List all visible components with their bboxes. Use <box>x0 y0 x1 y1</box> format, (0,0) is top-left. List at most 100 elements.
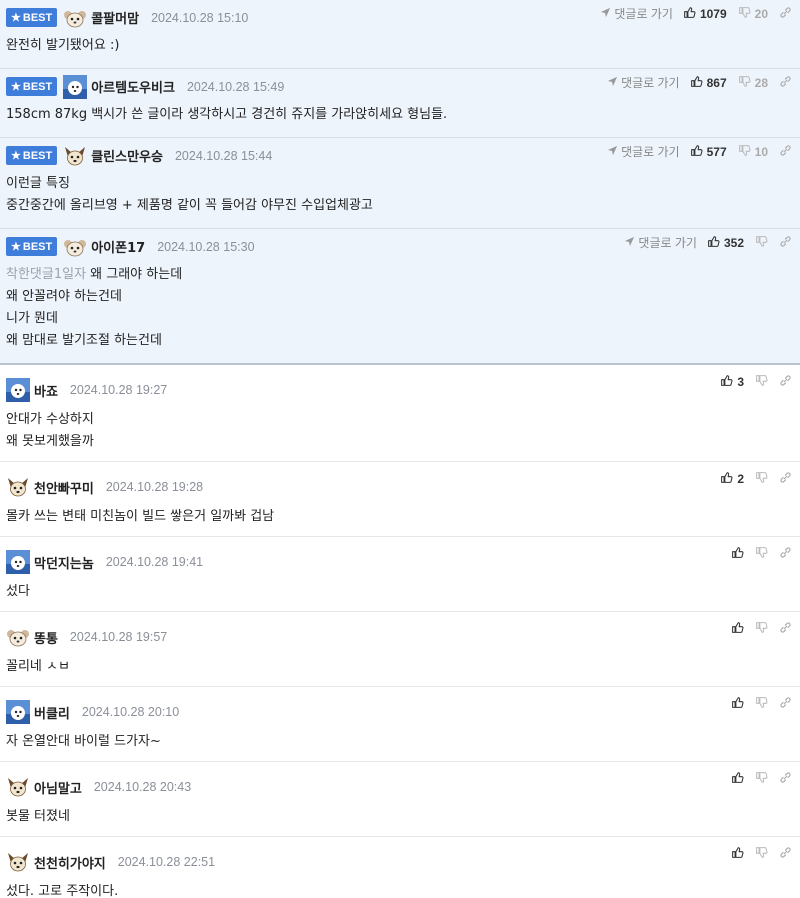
share-link-icon[interactable] <box>779 546 792 562</box>
blue-avatar[interactable] <box>63 74 88 99</box>
downvote-button[interactable] <box>755 771 768 787</box>
comment-date: 2024.10.28 19:41 <box>105 555 204 569</box>
upvote-button[interactable]: 3 <box>720 374 744 390</box>
mouse-avatar[interactable] <box>63 6 87 30</box>
comment: 버클리 2024.10.28 20:10 자 온열안대 바이럴 드가자~ <box>0 687 800 762</box>
comment-body: 158cm 87kg 백시가 쓴 글이라 생각하시고 경건히 쥬지를 가라앉히세… <box>6 104 794 137</box>
comment-header: ★ BEST 콜팔머맘 2024.10.28 15:10 댓글로 가기 1079 20 <box>6 0 794 35</box>
comment-body: 꼴리네 ㅅㅂ <box>6 656 794 686</box>
comment-header: ★ BEST 클린스만우승 2024.10.28 15:44 댓글로 가기 577 10 <box>6 138 794 173</box>
goto-comment-link[interactable]: 댓글로 가기 <box>607 143 680 160</box>
dog-avatar[interactable] <box>6 475 30 499</box>
downvote-button[interactable] <box>755 846 768 862</box>
upvote-button[interactable]: 577 <box>690 144 727 160</box>
share-link-icon[interactable] <box>779 6 792 22</box>
blue-avatar[interactable] <box>6 700 30 724</box>
upvote-button[interactable]: 1079 <box>683 6 727 22</box>
comment-actions: 댓글로 가기 352 <box>624 234 792 251</box>
share-link-icon[interactable] <box>779 846 792 862</box>
author-nickname[interactable]: 아님말고 <box>34 778 82 797</box>
share-link-icon[interactable] <box>779 235 792 251</box>
thumbs-up-icon <box>731 771 744 787</box>
comment: 아님말고 2024.10.28 20:43 봇물 터졌네 <box>0 762 800 837</box>
downvote-button[interactable]: 28 <box>738 75 768 91</box>
author-nickname[interactable]: 버클리 <box>34 703 70 722</box>
downvote-button[interactable] <box>755 621 768 637</box>
comment-body: 섰다. 고로 주작이다. <box>6 881 794 898</box>
comment: 천안빠꾸미 2024.10.28 19:28 2 몰카 쓰는 변태 미친놈이 빌드 쌓… <box>0 462 800 537</box>
upvote-button[interactable]: 352 <box>707 235 744 251</box>
comment-list: ★ BEST 콜팔머맘 2024.10.28 15:10 댓글로 가기 1079 20 완전히… <box>0 0 800 898</box>
comment-line: 자 온열안대 바이럴 드가자~ <box>6 734 161 749</box>
thumbs-up-icon <box>731 546 744 562</box>
navigate-arrow-icon <box>600 7 611 21</box>
share-link-icon[interactable] <box>779 621 792 637</box>
downvote-button[interactable] <box>755 471 768 487</box>
author-nickname[interactable]: 클린스만우승 <box>91 146 163 165</box>
thumbs-down-icon <box>755 771 768 787</box>
upvote-button[interactable]: 2 <box>720 471 744 487</box>
best-badge-label: BEST <box>22 149 53 162</box>
best-badge: ★ BEST <box>6 237 58 256</box>
goto-comment-link[interactable]: 댓글로 가기 <box>607 74 680 91</box>
dog-avatar[interactable] <box>6 850 30 874</box>
author-nickname[interactable]: 아이폰17 <box>91 237 145 256</box>
downvote-button[interactable] <box>755 235 768 251</box>
downvote-button[interactable] <box>755 546 768 562</box>
thumbs-down-icon <box>755 546 768 562</box>
mouse-avatar[interactable] <box>63 235 87 259</box>
share-link-icon[interactable] <box>779 471 792 487</box>
share-link-icon[interactable] <box>779 771 792 787</box>
share-link-icon[interactable] <box>779 696 792 712</box>
goto-comment-link[interactable]: 댓글로 가기 <box>624 234 697 251</box>
share-link-icon[interactable] <box>779 75 792 91</box>
share-link-icon[interactable] <box>779 144 792 160</box>
downvote-button[interactable] <box>755 374 768 390</box>
thumbs-up-icon <box>731 846 744 862</box>
best-comment: ★ BEST 콜팔머맘 2024.10.28 15:10 댓글로 가기 1079 20 완전히… <box>0 0 800 69</box>
author-nickname[interactable]: 바죠 <box>34 381 58 400</box>
best-comment: ★ BEST 아르템도우비크 2024.10.28 15:49 댓글로 가기 867 28 1… <box>0 69 800 138</box>
author-nickname[interactable]: 천안빠꾸미 <box>34 478 94 497</box>
comment-body: 이런글 특징 중간중간에 올리브영 + 제품명 같이 꼭 들어감 야무진 수입업체… <box>6 173 794 228</box>
goto-comment-label: 댓글로 가기 <box>614 7 673 21</box>
blue-avatar[interactable] <box>6 378 30 402</box>
author-nickname[interactable]: 콜팔머맘 <box>91 8 139 27</box>
author-nickname[interactable]: 막던지는놈 <box>34 553 94 572</box>
upvote-button[interactable] <box>731 771 744 787</box>
downvote-button[interactable]: 20 <box>738 6 768 22</box>
downvote-button[interactable]: 10 <box>738 144 768 160</box>
downvote-button[interactable] <box>755 696 768 712</box>
author-nickname[interactable]: 천천히가야지 <box>34 853 106 872</box>
upvote-button[interactable] <box>731 696 744 712</box>
comment-actions: 댓글로 가기 577 10 <box>607 143 792 160</box>
comment-body: 봇물 터졌네 <box>6 806 794 836</box>
comment-actions: 3 <box>720 374 792 390</box>
comment-line: 158cm 87kg 백시가 쓴 글이라 생각하시고 경건히 쥬지를 가라앉히세… <box>6 107 448 122</box>
mouse-avatar[interactable] <box>6 625 30 649</box>
upvote-count: 352 <box>723 235 744 250</box>
author-nickname[interactable]: 똥통 <box>34 628 58 647</box>
goto-comment-label: 댓글로 가기 <box>621 145 680 159</box>
downvote-count: 20 <box>754 6 768 21</box>
upvote-button[interactable] <box>731 621 744 637</box>
comment-header: ★ BEST 아이폰17 2024.10.28 15:30 댓글로 가기 352 <box>6 229 794 264</box>
star-icon: ★ <box>11 81 21 93</box>
dog-avatar[interactable] <box>63 144 87 168</box>
upvote-button[interactable] <box>731 546 744 562</box>
thumbs-up-icon <box>690 144 703 160</box>
author-nickname[interactable]: 아르템도우비크 <box>91 77 175 96</box>
comment-actions: 2 <box>720 471 792 487</box>
thumbs-down-icon <box>755 696 768 712</box>
share-link-icon[interactable] <box>779 374 792 390</box>
comment-line: 섰다. 고로 주작이다. <box>6 884 119 898</box>
mention-link[interactable]: 착한댓글1일자 <box>6 267 86 282</box>
upvote-button[interactable]: 867 <box>690 75 727 91</box>
comment: 천천히가야지 2024.10.28 22:51 섰다. 고로 주작이다. <box>0 837 800 898</box>
upvote-button[interactable] <box>731 846 744 862</box>
thumbs-down-icon <box>755 846 768 862</box>
thumbs-up-icon <box>731 696 744 712</box>
dog-avatar[interactable] <box>6 775 30 799</box>
goto-comment-link[interactable]: 댓글로 가기 <box>600 5 673 22</box>
blue-avatar[interactable] <box>6 550 30 574</box>
